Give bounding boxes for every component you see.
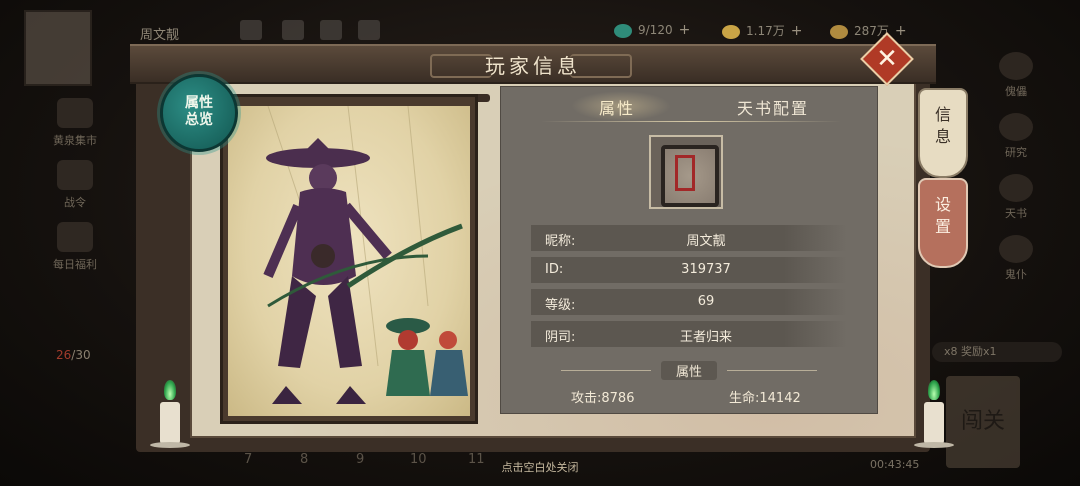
shadow-puppet-figure <box>263 106 468 404</box>
resource-stamina: 9/120 + <box>614 22 690 38</box>
stamina-counter: 26/30 <box>56 348 91 362</box>
menu-item-market[interactable]: 黄泉集市 <box>40 98 110 148</box>
add-stamina-button[interactable]: + <box>679 22 691 38</box>
hud-avatar[interactable] <box>24 10 92 86</box>
info-rows: 昵称: 周文靓 ID: 319737 等级: 69 阴司: 王者归来 <box>531 225 847 353</box>
tab-bar: 属性 天书配置 <box>501 87 877 123</box>
menu-item-puppet[interactable]: 傀儡 <box>988 52 1044 99</box>
puppet-icon <box>999 52 1033 80</box>
add-gold-button[interactable]: + <box>791 23 803 39</box>
player-info-modal: 玩家信息 ✕ 属性 总览 属性 天书配置 昵称: 周文靓 ID: 319737 … <box>130 32 968 452</box>
attribute-overview-badge[interactable]: 属性 总览 <box>160 74 238 152</box>
menu-item-daily[interactable]: 每日福利 <box>40 222 110 272</box>
field-row-level: 等级: 69 <box>531 289 847 315</box>
coin-icon <box>830 24 848 39</box>
book-icon <box>999 174 1033 202</box>
stat-attack: 攻击:8786 <box>571 391 635 406</box>
modal-title: 玩家信息 <box>485 54 581 78</box>
menu-icon[interactable] <box>358 20 380 40</box>
resource-gold: 1.17万 + <box>722 22 802 39</box>
menu-item-battlepass[interactable]: 战令 <box>40 160 110 210</box>
research-icon <box>999 113 1033 141</box>
gold-ingot-icon <box>722 24 740 39</box>
candle-right <box>914 380 954 448</box>
badge-label: 属性 总览 <box>185 95 213 128</box>
close-x-icon: ✕ <box>876 44 898 74</box>
hud-player-name: 周文靓 <box>140 28 180 43</box>
field-row-id: ID: 319737 <box>531 257 847 283</box>
character-portrait <box>228 106 470 416</box>
section-line <box>561 370 651 371</box>
flame-icon <box>928 380 940 400</box>
menu-item-tianshu[interactable]: 天书 <box>988 174 1044 221</box>
resource-coin: 287万 + <box>830 22 907 39</box>
field-row-nickname: 昵称: 周文靓 <box>531 225 847 251</box>
profile-avatar[interactable] <box>649 135 723 209</box>
gift-icon <box>57 222 93 252</box>
menu-item-research[interactable]: 研究 <box>988 113 1044 160</box>
ghost-icon <box>999 235 1033 263</box>
section-label: 属性 <box>661 361 717 380</box>
section-line <box>727 370 817 371</box>
left-menu: 黄泉集市 战令 每日福利 <box>40 98 110 284</box>
tab-attributes[interactable]: 属性 <box>599 95 635 119</box>
candle-left <box>150 380 190 448</box>
tap-to-close-hint[interactable]: 点击空白处关闭 <box>0 459 1080 475</box>
bag-icon[interactable] <box>282 20 304 40</box>
stat-life: 生命:14142 <box>729 391 801 406</box>
right-menu: 傀儡 研究 天书 鬼仆 <box>988 52 1044 296</box>
info-panel: 属性 天书配置 昵称: 周文靓 ID: 319737 等级: 69 阴司: 王者归来 属… <box>500 86 878 414</box>
side-tab-info[interactable]: 信息 <box>918 88 968 178</box>
seal-mark <box>675 155 695 191</box>
flame-icon <box>164 380 176 400</box>
reward-bar[interactable]: x8 奖励x1 <box>932 342 1062 362</box>
jade-icon <box>614 23 632 38</box>
stage-button[interactable]: 闯关 <box>946 376 1020 468</box>
attributes-section-header: 属性 <box>501 361 877 380</box>
field-row-guild: 阴司: 王者归来 <box>531 321 847 347</box>
battlepass-icon <box>57 160 93 190</box>
tab-tianshu-config[interactable]: 天书配置 <box>737 95 809 119</box>
title-bar: 玩家信息 <box>130 44 936 84</box>
add-coin-button[interactable]: + <box>895 23 907 39</box>
mail-icon[interactable] <box>240 20 262 40</box>
ranking-icon[interactable] <box>320 20 342 40</box>
market-icon <box>57 98 93 128</box>
side-tab-settings[interactable]: 设置 <box>918 178 968 268</box>
tab-divider <box>541 121 841 122</box>
menu-item-servant[interactable]: 鬼仆 <box>988 235 1044 282</box>
